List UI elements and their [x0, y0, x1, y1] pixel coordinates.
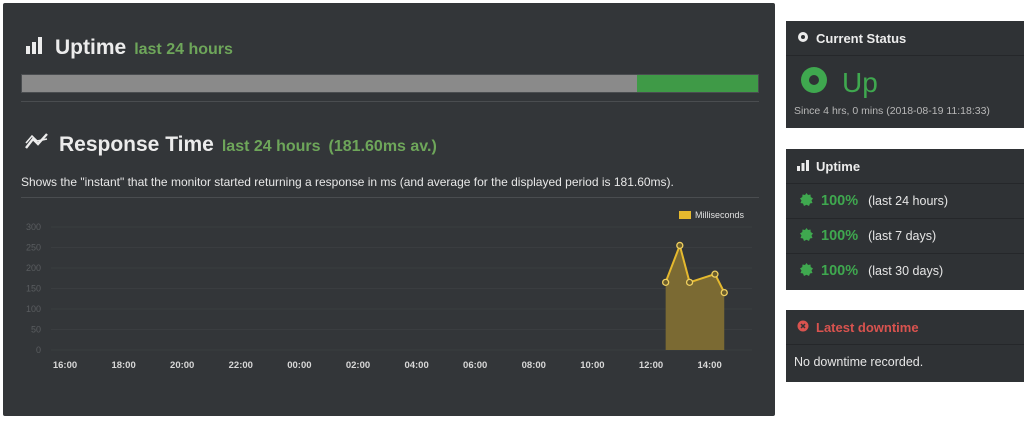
- uptime-header: Uptime last 24 hours: [25, 36, 233, 60]
- x-tick-label: 14:00: [697, 360, 721, 371]
- uptime-card-header: Uptime: [786, 149, 1024, 184]
- legend-label: Milliseconds: [695, 210, 745, 220]
- uptime-card: Uptime 100% (last 24 hours) 100% (last 7…: [786, 149, 1024, 290]
- response-description: Shows the "instant" that the monitor sta…: [21, 175, 674, 189]
- uptime-period: last 24 hours: [134, 41, 233, 58]
- y-tick-label: 100: [26, 304, 41, 314]
- x-tick-label: 18:00: [111, 360, 135, 371]
- latest-downtime-card: Latest downtime No downtime recorded.: [786, 310, 1024, 382]
- response-time-chart: 0 50 100 150 200 250 300 16:00 18:00 20:00 22:00 0…: [26, 210, 752, 371]
- latest-downtime-header: Latest downtime: [786, 310, 1024, 345]
- uptime-period: (last 24 hours): [868, 194, 948, 208]
- status-since: Since 4 hrs, 0 mins (2018-08-19 11:18:33…: [794, 105, 990, 117]
- uptime-pct: 100%: [821, 228, 859, 244]
- status-dot-icon: [800, 66, 828, 99]
- y-tick-label: 300: [26, 222, 41, 232]
- latest-downtime-title: Latest downtime: [816, 319, 919, 335]
- status-text: Up: [842, 66, 878, 98]
- x-tick-label: 06:00: [463, 360, 487, 371]
- x-tick-label: 04:00: [404, 360, 428, 371]
- y-tick-label: 250: [26, 243, 41, 253]
- y-tick-label: 150: [26, 284, 41, 294]
- current-status-card: Current Status Up Since 4 hrs, 0 mins (2…: [786, 21, 1024, 128]
- uptime-title: Uptime: [55, 36, 127, 59]
- response-header: Response Time last 24 hours (181.60ms av…: [25, 131, 437, 157]
- y-tick-label: 50: [31, 325, 41, 335]
- main-panel: Uptime last 24 hours Response Time last …: [3, 3, 775, 416]
- x-tick-label: 08:00: [522, 360, 546, 371]
- uptime-period: (last 7 days): [868, 229, 937, 243]
- x-tick-label: 12:00: [639, 360, 663, 371]
- divider: [21, 197, 759, 198]
- uptime-row: 100% (last 30 days): [786, 254, 1024, 288]
- x-tick-label: 20:00: [170, 360, 194, 371]
- data-point[interactable]: [662, 278, 670, 286]
- latest-downtime-message: No downtime recorded.: [794, 355, 924, 369]
- status-indicator: Up: [786, 56, 1024, 99]
- x-tick-label: 22:00: [229, 360, 253, 371]
- uptime-period: (last 30 days): [868, 264, 944, 278]
- uptime-pct: 100%: [821, 263, 859, 279]
- bar-chart-icon: [25, 36, 45, 59]
- x-tick-label: 00:00: [287, 360, 311, 371]
- response-title: Response Time: [59, 133, 214, 156]
- legend-swatch: [679, 211, 691, 219]
- x-tick-label: 10:00: [580, 360, 604, 371]
- x-tick-label: 02:00: [346, 360, 370, 371]
- data-point[interactable]: [711, 270, 719, 278]
- current-status-title: Current Status: [816, 30, 907, 46]
- badge-check-icon: [800, 263, 813, 279]
- x-tick-label: 16:00: [53, 360, 77, 371]
- badge-check-icon: [800, 193, 813, 209]
- current-status-header: Current Status: [786, 21, 1024, 56]
- uptime-card-title: Uptime: [816, 158, 861, 174]
- divider: [21, 101, 759, 102]
- y-tick-label: 0: [36, 345, 41, 355]
- times-circle-icon: [797, 320, 809, 335]
- uptime-row: 100% (last 7 days): [786, 219, 1024, 254]
- bar-chart-icon: [797, 159, 809, 174]
- line-chart-icon: [25, 131, 49, 156]
- y-tick-label: 200: [26, 263, 41, 273]
- data-point[interactable]: [720, 288, 728, 297]
- badge-check-icon: [800, 228, 813, 244]
- data-point[interactable]: [685, 278, 694, 286]
- data-point[interactable]: [676, 241, 684, 250]
- response-average: (181.60ms av.): [328, 138, 437, 155]
- uptime-row: 100% (last 24 hours): [786, 184, 1024, 219]
- chart-legend: Milliseconds: [679, 210, 745, 220]
- uptime-pct: 100%: [821, 193, 859, 209]
- circle-dot-icon: [797, 31, 809, 46]
- uptime-bar-up-fill: [636, 75, 758, 92]
- uptime-bar: [21, 74, 759, 93]
- response-period: last 24 hours: [221, 138, 321, 155]
